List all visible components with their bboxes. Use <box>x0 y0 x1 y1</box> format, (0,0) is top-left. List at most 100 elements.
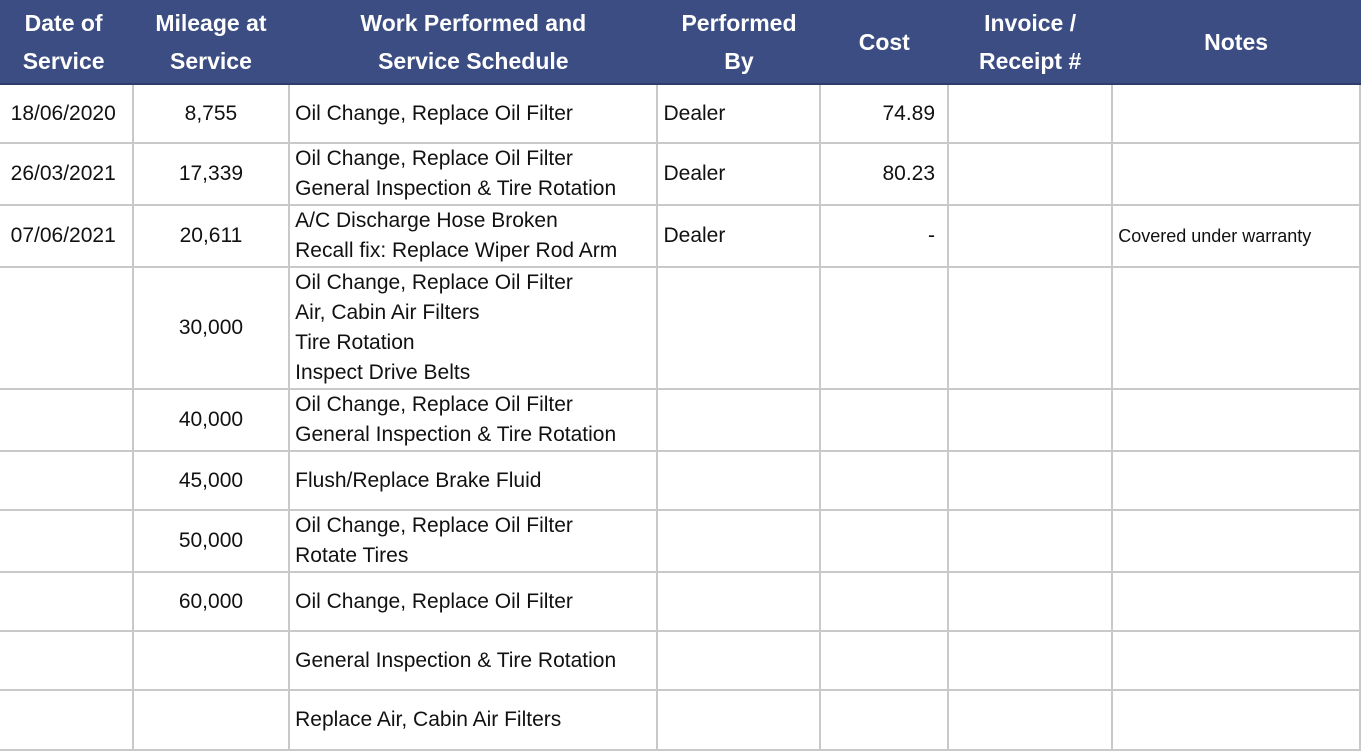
cell-performed-by[interactable] <box>656 689 822 751</box>
header-invoice[interactable]: Invoice / Receipt # <box>948 0 1113 85</box>
cell-mileage[interactable]: 17,339 <box>131 142 291 206</box>
cell-cost[interactable]: - <box>819 204 950 268</box>
cell-mileage[interactable]: 8,755 <box>131 83 291 144</box>
table-row: 07/06/2021 20,611 A/C Discharge Hose Broke… <box>0 204 1361 268</box>
cell-notes[interactable]: Covered under warranty <box>1111 204 1361 268</box>
cell-invoice[interactable] <box>947 630 1114 691</box>
cell-cost[interactable]: 80.23 <box>819 142 950 206</box>
cell-cost[interactable] <box>819 388 950 452</box>
cell-mileage[interactable]: 40,000 <box>131 388 291 452</box>
header-performed-by[interactable]: Performed By <box>657 0 821 85</box>
cell-invoice[interactable] <box>947 509 1114 573</box>
cell-cost[interactable] <box>819 509 950 573</box>
cell-cost[interactable] <box>819 266 950 390</box>
cell-cost[interactable]: 74.89 <box>819 83 950 144</box>
service-log-table: Date of Service Mileage at Service Work Pe… <box>0 0 1361 751</box>
work-line: Air, Cabin Air Filters <box>295 301 480 324</box>
table-row: Replace Air, Cabin Air Filters <box>0 689 1361 751</box>
cell-notes[interactable] <box>1111 266 1361 390</box>
cell-invoice[interactable] <box>947 450 1114 511</box>
cell-work[interactable]: Oil Change, Replace Oil Filter General In… <box>288 142 659 206</box>
cell-performed-by[interactable]: Dealer <box>656 142 822 206</box>
cell-work[interactable]: Oil Change, Replace Oil Filter <box>288 571 659 632</box>
cell-invoice[interactable] <box>947 689 1114 751</box>
work-line: Recall fix: Replace Wiper Rod Arm <box>295 239 618 262</box>
cell-work[interactable]: General Inspection & Tire Rotation <box>288 630 659 691</box>
cell-date[interactable] <box>0 450 134 511</box>
cell-work[interactable]: Flush/Replace Brake Fluid <box>288 450 659 511</box>
table-row: 26/03/2021 17,339 Oil Change, Replace Oil … <box>0 142 1361 206</box>
cell-date[interactable] <box>0 388 134 452</box>
cell-mileage[interactable]: 20,611 <box>131 204 291 268</box>
table-row: 60,000 Oil Change, Replace Oil Filter <box>0 571 1361 632</box>
cell-work[interactable]: Oil Change, Replace Oil Filter General In… <box>288 388 659 452</box>
cell-date[interactable] <box>0 571 134 632</box>
cell-performed-by[interactable] <box>656 388 822 452</box>
cell-cost[interactable] <box>819 689 950 751</box>
work-line: Oil Change, Replace Oil Filter <box>295 393 573 416</box>
cell-mileage[interactable]: 60,000 <box>131 571 291 632</box>
cell-cost[interactable] <box>819 450 950 511</box>
work-line: Oil Change, Replace Oil Filter <box>295 271 573 294</box>
cell-work[interactable]: Oil Change, Replace Oil Filter Air, Cabin… <box>288 266 659 390</box>
cell-mileage[interactable]: 45,000 <box>131 450 291 511</box>
work-line: Oil Change, Replace Oil Filter <box>295 589 573 613</box>
cell-notes[interactable] <box>1111 83 1361 144</box>
cell-date[interactable] <box>0 689 134 751</box>
cell-invoice[interactable] <box>947 388 1114 452</box>
cell-performed-by[interactable] <box>656 509 822 573</box>
cell-notes[interactable] <box>1111 689 1361 751</box>
table-row: 45,000 Flush/Replace Brake Fluid <box>0 450 1361 511</box>
work-line: Tire Rotation <box>295 331 415 354</box>
cell-mileage[interactable]: 30,000 <box>131 266 291 390</box>
cell-date[interactable] <box>0 266 134 390</box>
cell-performed-by[interactable] <box>656 266 822 390</box>
cell-date[interactable] <box>0 509 134 573</box>
cell-performed-by[interactable] <box>656 571 822 632</box>
cell-notes[interactable] <box>1111 142 1361 206</box>
cell-mileage[interactable] <box>131 630 291 691</box>
cell-date[interactable] <box>0 630 134 691</box>
cell-notes[interactable] <box>1111 630 1361 691</box>
cell-work[interactable]: A/C Discharge Hose Broken Recall fix: Rep… <box>288 204 659 268</box>
work-line: General Inspection & Tire Rotation <box>295 423 617 446</box>
header-cost[interactable]: Cost <box>820 0 949 85</box>
cell-performed-by[interactable] <box>656 450 822 511</box>
work-line: Oil Change, Replace Oil Filter <box>295 147 573 170</box>
cell-date[interactable]: 18/06/2020 <box>0 83 134 144</box>
cell-mileage[interactable]: 50,000 <box>131 509 291 573</box>
cell-notes[interactable] <box>1111 450 1361 511</box>
cell-notes[interactable] <box>1111 388 1361 452</box>
work-line: General Inspection & Tire Rotation <box>295 648 617 672</box>
cell-invoice[interactable] <box>947 571 1114 632</box>
cell-invoice[interactable] <box>947 142 1114 206</box>
cell-invoice[interactable] <box>947 266 1114 390</box>
cell-date[interactable]: 07/06/2021 <box>0 204 134 268</box>
cell-invoice[interactable] <box>947 204 1114 268</box>
work-line: Inspect Drive Belts <box>295 361 471 384</box>
cell-performed-by[interactable]: Dealer <box>656 83 822 144</box>
header-notes[interactable]: Notes <box>1112 0 1361 85</box>
cell-cost[interactable] <box>819 630 950 691</box>
cell-work[interactable]: Oil Change, Replace Oil Filter <box>288 83 659 144</box>
header-mileage[interactable]: Mileage at Service <box>132 0 290 85</box>
header-work[interactable]: Work Performed and Service Schedule <box>289 0 658 85</box>
cell-performed-by[interactable] <box>656 630 822 691</box>
table-row: General Inspection & Tire Rotation <box>0 630 1361 691</box>
cell-invoice[interactable] <box>947 83 1114 144</box>
table-row: 18/06/2020 8,755 Oil Change, Replace Oil F… <box>0 83 1361 144</box>
header-date[interactable]: Date of Service <box>0 0 134 85</box>
cell-cost[interactable] <box>819 571 950 632</box>
cell-notes[interactable] <box>1111 571 1361 632</box>
work-line: Flush/Replace Brake Fluid <box>295 468 542 492</box>
cell-notes[interactable] <box>1111 509 1361 573</box>
table-row: 30,000 Oil Change, Replace Oil Filter Air,… <box>0 266 1361 390</box>
cell-work[interactable]: Oil Change, Replace Oil Filter Rotate Tir… <box>288 509 659 573</box>
cell-performed-by[interactable]: Dealer <box>656 204 822 268</box>
work-line: Rotate Tires <box>295 544 409 567</box>
cell-mileage[interactable] <box>131 689 291 751</box>
cell-date[interactable]: 26/03/2021 <box>0 142 134 206</box>
cell-work[interactable]: Replace Air, Cabin Air Filters <box>288 689 659 751</box>
header-row: Date of Service Mileage at Service Work Pe… <box>0 0 1361 85</box>
work-line: Replace Air, Cabin Air Filters <box>295 708 562 731</box>
